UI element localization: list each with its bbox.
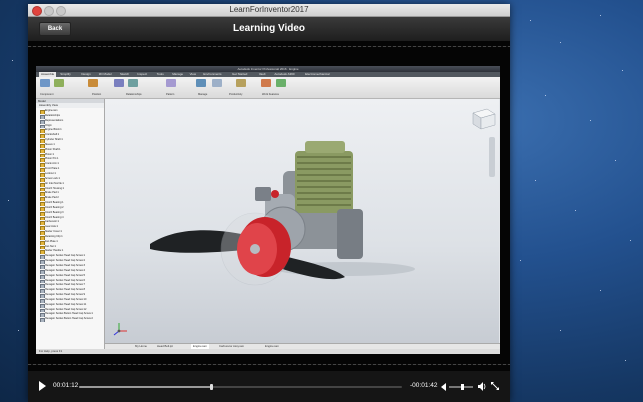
volume-thumb[interactable] (460, 384, 464, 390)
tree-item-label: Representations (45, 118, 64, 122)
tree-item-label: Hexagon Socket Head Cap Screw:5 (45, 273, 86, 277)
constrain-icon (128, 79, 138, 87)
tree-item-label: Brake Pad:1 (45, 191, 59, 195)
tree-item-label: Hexagon Socket Head Cap Screw:4 (45, 268, 86, 272)
tree-item-label: Starter Cover:1 (45, 230, 62, 234)
place-icon (40, 79, 50, 87)
navigation-bar: Back Learning Video (28, 17, 510, 41)
tree-item-label: Clutch Bearing:1 (45, 201, 64, 205)
progress-slider[interactable] (79, 384, 402, 390)
film-edge-top (28, 46, 510, 47)
tree-item-label: Clutch Bearing:3 (45, 210, 64, 214)
window-titlebar: LearnForInventor2017 (28, 4, 510, 17)
inventor-status-bar: For Help, press F1 (36, 349, 500, 354)
axis-icon (276, 79, 286, 87)
ribbon-group-component: Component (40, 93, 54, 96)
tree-item-label: Fan Nut:1 (45, 244, 56, 248)
tree-item-label: Locknut:1 (45, 171, 56, 175)
free-move-icon (88, 79, 98, 87)
tree-item-label: Hexagon Socket Head Cap Screw:12 (45, 307, 87, 311)
create-icon (54, 79, 64, 87)
remaining-time: -00:01:42 (410, 382, 438, 389)
tree-item-label: Air Inlet Nozzle:1 (45, 181, 64, 185)
player-controls: 00:01:12 -00:01:42 (28, 371, 510, 402)
elapsed-time: 00:01:12 (53, 382, 79, 389)
ribbon-group-position: Position (92, 93, 102, 96)
window-title: LearnForInventor2017 (229, 5, 309, 14)
video-player[interactable]: Autodesk Inventor Professional 2016 · En… (28, 41, 510, 371)
tree-item-label: Hexagon Socket Head Cap Screw:1 (45, 254, 86, 258)
tree-item-label: Clutch Bearing:2 (45, 205, 64, 209)
tree-item-label: Front Plate:1 (45, 167, 60, 171)
view-cube-icon (472, 108, 496, 130)
tree-item-label: Hexagon Socket Head Cap Screw:7 (45, 283, 86, 287)
model-tree: Engine.iam Relationships Representations Or… (37, 109, 103, 323)
tree-item-label: Piston Pin:1 (45, 157, 59, 161)
inventor-ribbon: Component Position Relationships Pattern… (36, 77, 500, 99)
tree-item-label: Relationships (45, 113, 61, 117)
tree-item-label: Carburetor:1 (45, 220, 60, 224)
joint-icon (114, 79, 124, 87)
ribbon-group-productivity: Productivity (229, 93, 243, 96)
tree-item-label: Screw Lock:1 (45, 176, 61, 180)
navigation-bar-icon (489, 137, 495, 177)
volume-low-icon[interactable] (441, 383, 446, 391)
pattern-icon (166, 79, 176, 87)
plane-icon (261, 79, 271, 87)
fullscreen-icon[interactable] (491, 382, 499, 390)
tree-item-label: Hexagon Socket Button Head Cap Screw:2 (45, 317, 93, 321)
tree-item-label: Hexagon Socket Head Cap Screw:9 (45, 293, 86, 297)
progress-thumb[interactable] (209, 384, 213, 390)
tree-item-label: Retaining Clip:1 (45, 234, 63, 238)
axis-triad-icon (113, 323, 127, 336)
tree-item-label: Starter Handle:1 (45, 249, 64, 253)
tree-item-label: Hexagon Socket Head Cap Screw:2 (45, 259, 86, 263)
tree-item: Hexagon Socket Button Head Cap Screw:2 (37, 317, 103, 323)
tree-item-label: Fan Plate:1 (45, 239, 58, 243)
tree-item-label: Gear Axle:1 (45, 225, 59, 229)
tree-item-label: Cylinder Shaft:1 (45, 138, 63, 142)
ribbon-group-relationships: Relationships (126, 93, 142, 96)
tree-item-label: Hexagon Socket Head Cap Screw:8 (45, 288, 86, 292)
tree-item-label: Hexagon Socket Head Cap Screw:6 (45, 278, 86, 282)
volume-slider[interactable] (449, 384, 473, 390)
tree-item-label: Sleeve:1 (45, 142, 55, 146)
ribbon-group-manage: Manage (198, 93, 208, 96)
tree-item-label: Piston Shaft:1 (45, 147, 61, 151)
ribbon-group-pattern: Pattern (166, 93, 175, 96)
tree-item-label: Piston:1 (45, 152, 55, 156)
app-window: LearnForInventor2017 Back Learning Video… (28, 4, 510, 402)
progress-fill (79, 386, 212, 388)
tree-item-label: Hexagon Socket Head Cap Screw:10 (45, 297, 87, 301)
tree-item-label: Origin (45, 123, 52, 127)
video-frame: Autodesk Inventor Professional 2016 · En… (36, 66, 500, 354)
tree-item-label: Crank Arm:1 (45, 162, 59, 166)
tree-item-label: Hexagon Socket Head Cap Screw:11 (45, 302, 87, 306)
film-edge-bottom (28, 364, 510, 365)
tree-item-label: Clutch Bearing:4 (45, 215, 64, 219)
tree-item-label: Brake Pad:2 (45, 196, 59, 200)
bill-of-materials-icon (196, 79, 206, 87)
tree-item-label: Crankshaft:1 (45, 133, 60, 137)
tree-item-label: Engine.iam (45, 109, 58, 112)
ribbon-group-work-features: Work Features (262, 93, 279, 96)
tree-item-label: Clutch Housing:1 (45, 186, 65, 190)
model-browser: Model Assembly View Engine.iam Relationsh… (36, 99, 105, 351)
tree-item-label: Hexagon Socket Button Head Cap Screw:1 (45, 312, 93, 316)
play-icon[interactable] (39, 381, 46, 391)
parameters-icon (212, 79, 222, 87)
engine-model-render (113, 108, 496, 336)
assembly-icon (40, 318, 45, 323)
volume-high-icon[interactable] (478, 382, 487, 391)
tree-item-label: Hexagon Socket Head Cap Screw:3 (45, 264, 86, 267)
3d-viewport (105, 99, 499, 343)
tree-item-label: Engine Block:1 (45, 128, 62, 132)
create-substitutes-icon (236, 79, 246, 87)
page-title: Learning Video (232, 23, 306, 34)
browser-filter: Assembly View (36, 103, 104, 108)
